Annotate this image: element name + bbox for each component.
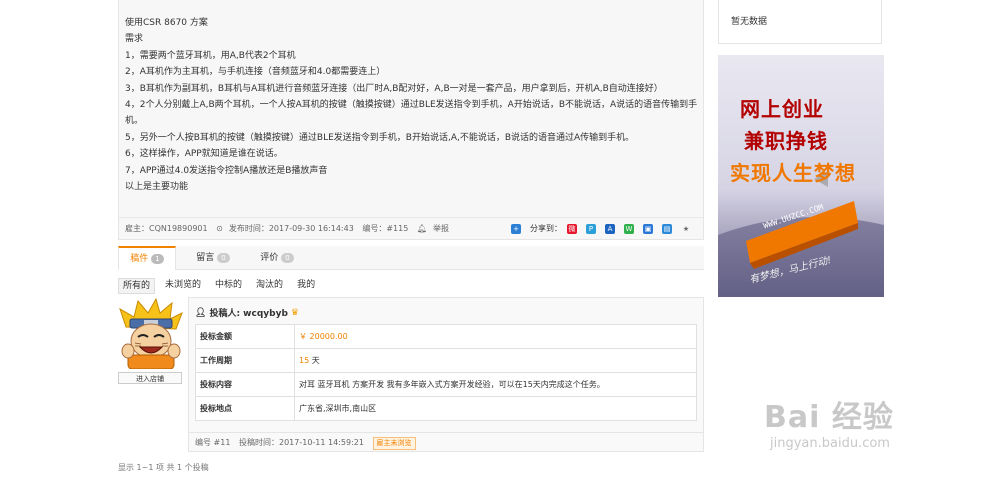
- share-label: 分享到：: [530, 224, 562, 233]
- bid-location-label: 投标地点: [195, 396, 295, 421]
- work-period-number: 15: [299, 356, 310, 365]
- table-row: 投标内容 对耳 蓝牙耳机 方案开发 我有多年嵌入式方案开发经验，可以在15天内完…: [195, 372, 697, 397]
- ad-line-2: 兼职挣钱: [744, 129, 828, 153]
- table-row: 投标地点 广东省,深圳市,南山区: [195, 396, 697, 421]
- tencent-icon[interactable]: A: [605, 224, 615, 234]
- user-icon: 👤︎: [195, 307, 207, 318]
- task-description-panel: 使用CSR 8670 方案 需求 1，需要两个蓝牙耳机，用A,B代表2个耳机 2…: [118, 0, 704, 240]
- avatar[interactable]: [118, 297, 184, 370]
- copy-icon[interactable]: ▣: [643, 224, 653, 234]
- description-line: 2，A耳机作为主耳机，与手机连接（音频蓝牙和4.0都需要连上）: [125, 67, 386, 78]
- filter-mine[interactable]: 我的: [293, 278, 319, 292]
- bid-footer: 编号 #11 投稿时间：2017-10-11 14:59:21 雇主未浏览: [189, 432, 703, 452]
- submission-filters: 所有的 未浏览的 中标的 淘汰的 我的: [118, 278, 325, 294]
- description-line: 3，B耳机作为副耳机，B耳机与A耳机进行音频蓝牙连接（出厂时A,B配对好，A,B…: [125, 83, 663, 94]
- work-period-unit: 天: [309, 356, 320, 365]
- description-line: 4，2个人分别戴上A,B两个耳机，一个人按A耳机的按键（触摸按键）通过BLE发送…: [125, 100, 698, 127]
- bell-icon: 🔔︎: [416, 224, 428, 233]
- share-bar: + 分享到： 微 P A W ▣ ▤ ★: [511, 218, 697, 240]
- ad-banner[interactable]: 网上创业 兼职挣钱 实现人生梦想 WWW.UUZCC.COM 有梦想，马上行动!: [718, 55, 884, 297]
- tab-submissions[interactable]: 稿件 1: [118, 246, 176, 270]
- qzone-icon[interactable]: P: [586, 224, 596, 234]
- watermark-url: jingyan.baidu.com: [770, 436, 890, 451]
- description-line: 6，这样操作，APP就知道是谁在说话。: [125, 149, 283, 160]
- submission-tabs: 稿件 1 留言 0 评价 0: [118, 246, 704, 270]
- filter-all[interactable]: 所有的: [118, 278, 156, 294]
- description-line: 5，另外一个人按B耳机的按键（触摸按键）通过BLE发送指令到手机，B开始说话,A…: [125, 132, 635, 143]
- bid-content-label: 投标内容: [195, 372, 295, 397]
- bid-time: 投稿时间：2017-10-11 14:59:21: [238, 438, 364, 447]
- filter-eliminated[interactable]: 淘汰的: [252, 278, 287, 292]
- print-icon[interactable]: ▤: [662, 224, 672, 234]
- filter-won[interactable]: 中标的: [211, 278, 246, 292]
- status-badge: 雇主未浏览: [372, 437, 416, 450]
- tab-label: 稿件: [130, 254, 149, 264]
- description-line: 需求: [125, 34, 144, 45]
- table-row: 投标金额 ￥ 20000.00: [195, 324, 697, 349]
- filter-unviewed[interactable]: 未浏览的: [161, 278, 205, 292]
- report-link[interactable]: 举报: [433, 224, 449, 233]
- task-meta-bar: 雇主：CQN19890901 ⊙ 发布时间：2017-09-30 16:14:43…: [119, 217, 703, 239]
- enter-shop-button[interactable]: 进入店铺: [118, 372, 182, 384]
- description-line: 7，APP通过4.0发送指令控制A播放还是B播放声音: [125, 165, 328, 176]
- tab-messages[interactable]: 留言 0: [184, 246, 242, 270]
- weibo-icon[interactable]: 微: [567, 224, 577, 234]
- bid-location-value: 广东省,深圳市,南山区: [294, 396, 697, 421]
- tab-label: 评价: [260, 253, 279, 263]
- tab-count: 0: [281, 253, 294, 263]
- publish-time: 发布时间：2017-09-30 16:14:43: [228, 224, 354, 233]
- description-line: 1，需要两个蓝牙耳机，用A,B代表2个耳机: [125, 50, 296, 61]
- work-period-value: 15 天: [294, 348, 697, 373]
- bid-details-table: 投标金额 ￥ 20000.00 工作周期 15 天 投标内容 对耳 蓝牙耳机 方…: [195, 324, 697, 421]
- work-period-label: 工作周期: [195, 348, 295, 373]
- bid-amount-value: ￥ 20000.00: [294, 324, 697, 349]
- tab-count: 1: [151, 254, 164, 264]
- crown-icon: ♛: [290, 307, 299, 318]
- bidder-name[interactable]: 投稿人: wcqybyb: [209, 306, 287, 319]
- bid-number: 编号 #11: [195, 438, 231, 447]
- watermark-logo-text: Bai 经验: [764, 400, 894, 435]
- baidu-jingyan-watermark: Bai 经验 jingyan.baidu.com: [756, 392, 986, 468]
- bid-panel: 👤︎ 投稿人: wcqybyb ♛ 投标金额 ￥ 20000.00 工作周期 1…: [188, 297, 704, 452]
- bid-amount-label: 投标金额: [195, 324, 295, 349]
- employer-name[interactable]: 雇主：CQN19890901: [125, 224, 208, 233]
- description-line: 以上是主要功能: [125, 182, 189, 193]
- table-row: 工作周期 15 天: [195, 348, 697, 373]
- plus-icon[interactable]: +: [511, 224, 521, 234]
- cartoon-avatar-icon: [119, 297, 183, 370]
- clock-icon: ⊙: [216, 224, 223, 233]
- task-description: 使用CSR 8670 方案 需求 1，需要两个蓝牙耳机，用A,B代表2个耳机 2…: [125, 15, 699, 195]
- pagination-summary: 显示 1~1 项 共 1 个投稿: [118, 463, 209, 472]
- tab-reviews[interactable]: 评价 0: [248, 246, 306, 270]
- tab-count: 0: [217, 253, 230, 263]
- bidder-header: 👤︎ 投稿人: wcqybyb ♛: [195, 306, 299, 320]
- description-line: 使用CSR 8670 方案: [125, 18, 208, 28]
- bid-content-value: 对耳 蓝牙耳机 方案开发 我有多年嵌入式方案开发经验，可以在15天内完成这个任务…: [294, 372, 697, 397]
- wechat-icon[interactable]: W: [624, 224, 634, 234]
- sidebar-empty-box: 暂无数据: [718, 0, 882, 44]
- star-icon[interactable]: ★: [681, 224, 691, 234]
- task-number: 编号：#115: [362, 224, 409, 233]
- ad-line-3: 实现人生梦想: [730, 161, 856, 185]
- ad-line-1: 网上创业: [740, 97, 824, 121]
- tab-label: 留言: [196, 253, 215, 263]
